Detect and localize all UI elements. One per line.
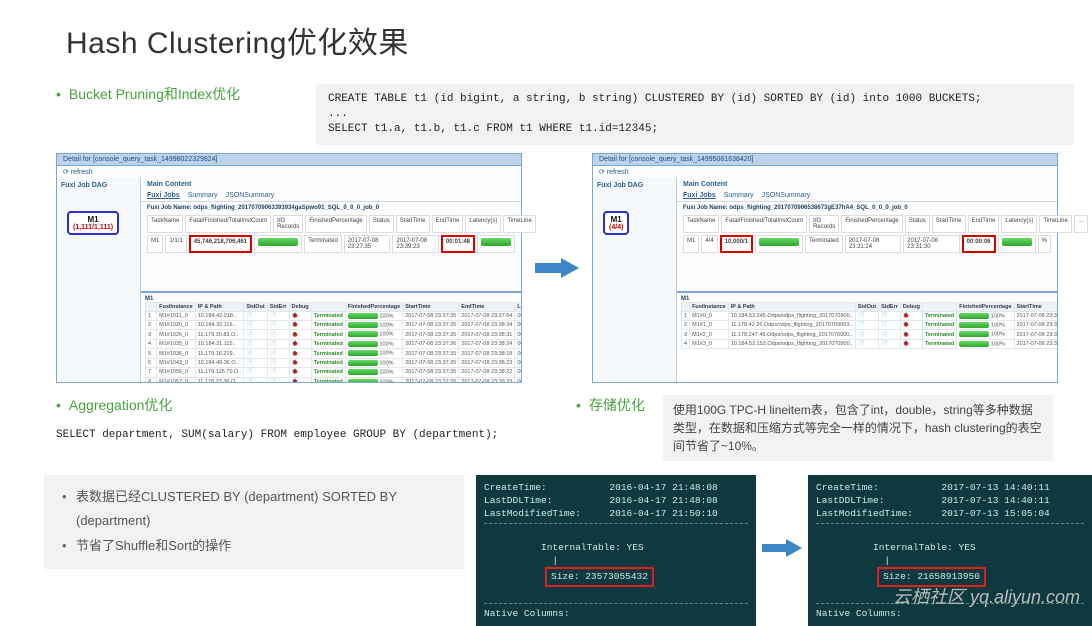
table-row: 1M1#0_010.184.52.245.Odps/odps_flighting…	[682, 311, 1058, 320]
io-records-highlight: 45,746,218,706,461	[189, 235, 252, 253]
tab-jsonsummary[interactable]: JSONSummary	[226, 192, 275, 199]
arrow-icon	[762, 539, 802, 562]
dag-panel-after: Detail for [console_query_task_149950816…	[592, 153, 1058, 383]
fuxi-job-name: Fuxi Job Name: odps_flighting_2017070906…	[677, 202, 1057, 211]
list-item: 节省了Shuffle和Sort的操作	[62, 534, 446, 559]
dag-tabs[interactable]: Fuxi Jobs Summary JSONSummary	[141, 188, 521, 202]
table-row: 5M1#1036_011.179.16.219..📄📄🐞Terminated 1…	[146, 349, 522, 358]
summary-data-row: M1 4/4 10,000/1 Terminated 2017-07-08 23…	[683, 235, 1051, 253]
dag-tabs[interactable]: Fuxi Jobs Summary JSONSummary	[677, 188, 1057, 202]
tab-jsonsummary[interactable]: JSONSummary	[762, 192, 811, 199]
table-row: 2M1#1_011.178.42.26.Odps/odps_flighting_…	[682, 320, 1058, 329]
dag-node-name: M1	[609, 215, 623, 224]
latency-highlight: 00:01:48	[441, 235, 475, 253]
main-content-label: Main Content	[677, 178, 1057, 188]
storage-heading: • 存储优化	[576, 395, 645, 415]
dag-node-name: M1	[73, 215, 113, 224]
aggregation-sql: SELECT department, SUM(salary) FROM empl…	[56, 429, 536, 441]
table-row: 4M1#1035_010.184.21.115..📄📄🐞Terminated 1…	[146, 339, 522, 348]
aggregation-heading: • Aggregation优化	[56, 395, 536, 415]
main-content-label: Main Content	[141, 178, 521, 188]
table-row: 3M1#2_011.178.247.45.Odps/odps_flighting…	[682, 330, 1058, 339]
storage-description: 使用100G TPC-H lineitem表，包含了int，double，str…	[663, 395, 1053, 461]
arrow-icon	[532, 258, 582, 278]
tab-fuxi-jobs[interactable]: Fuxi Jobs	[683, 192, 716, 199]
dag-window-header: Detail for [console_query_task_149950816…	[593, 154, 1057, 166]
bucket-heading-text: Bucket Pruning和Index优化	[69, 84, 240, 104]
summary-data-row: M1 1/1/1 45,746,218,706,461 Terminated 2…	[147, 235, 515, 253]
dag-panel-before: Detail for [console_query_task_149980223…	[56, 153, 522, 383]
bullet-dot-icon: •	[56, 397, 61, 413]
aggregation-notes-box: 表数据已经CLUSTERED BY (department) SORTED BY…	[44, 475, 464, 569]
slide-title: Hash Clustering优化效果	[0, 0, 1092, 62]
table-meta-after: CreateTime: 2017-07-13 14:40:11 LastDDLT…	[808, 475, 1092, 626]
latency-highlight: 00:00:06	[962, 235, 996, 253]
bucket-pruning-heading: • Bucket Pruning和Index优化	[56, 84, 296, 104]
summary-header-row: TaskName Fatal/Finished/TotalInstCount I…	[147, 215, 515, 233]
instance-table-after: FuxiInstanceIP & PathStdOutStdErrDebugFi…	[681, 302, 1057, 350]
io-records-highlight: 10,000/1	[720, 235, 753, 253]
bullet-dot-icon: •	[56, 86, 61, 102]
summary-header-row: TaskName Fatal/Finished/TotalInstCount I…	[683, 215, 1051, 233]
table-meta-before: CreateTime: 2016-04-17 21:48:08 LastDDLT…	[476, 475, 756, 626]
size-highlight-after: Size: 21658913950	[877, 567, 986, 586]
bucket-sql-block: CREATE TABLE t1 (id bigint, a string, b …	[316, 84, 1074, 145]
dag-node-count: (4/4)	[609, 224, 623, 231]
dag-node-count: (1,111/1,111)	[73, 224, 113, 231]
internal-table-label: InternalTable: YES	[541, 542, 644, 553]
instance-table-before: FuxiInstanceIP & PathStdOutStdErrDebugFi…	[145, 302, 521, 382]
list-item: 表数据已经CLUSTERED BY (department) SORTED BY…	[62, 485, 446, 534]
internal-table-label: InternalTable: YES	[873, 542, 976, 553]
table-row: 8M1#1057_011.178.23.36.O..📄📄🐞Terminated …	[146, 377, 522, 381]
table-row: 3M1#1026_011.179.30.83.O..📄📄🐞Terminated …	[146, 330, 522, 339]
table-row: 6M1#1043_010.184.49.36.O..📄📄🐞Terminated …	[146, 358, 522, 367]
table-row: 7M1#1056_011.179.125.70.O..📄📄🐞Terminated…	[146, 368, 522, 377]
dag-node-m1-before: M1 (1,111/1,111)	[67, 211, 119, 235]
fuxi-dag-label: Fuxi Job DAG	[597, 182, 672, 189]
fuxi-dag-label: Fuxi Job DAG	[61, 182, 136, 189]
aggregation-heading-text: Aggregation优化	[69, 395, 173, 415]
bullet-dot-icon: •	[576, 397, 581, 413]
dag-node-m1-after: M1 (4/4)	[603, 211, 629, 235]
table-row: 2M1#1020_010.184.32.116..📄📄🐞Terminated 1…	[146, 320, 522, 329]
storage-heading-text: 存储优化	[589, 395, 645, 415]
table-row: 4M1#3_010.184.52.153.Odps/odps_flighting…	[682, 339, 1058, 348]
fuxi-job-name: Fuxi Job Name: odps_flighting_2017070906…	[141, 202, 521, 211]
tab-fuxi-jobs[interactable]: Fuxi Jobs	[147, 192, 180, 199]
table-row: 1M1#1011_010.184.42.218..📄📄🐞Terminated 1…	[146, 311, 522, 320]
tab-summary[interactable]: Summary	[188, 192, 218, 199]
dag-window-header: Detail for [console_query_task_149980223…	[57, 154, 521, 166]
size-highlight-before: Size: 23573055432	[545, 567, 654, 586]
tab-summary[interactable]: Summary	[724, 192, 754, 199]
